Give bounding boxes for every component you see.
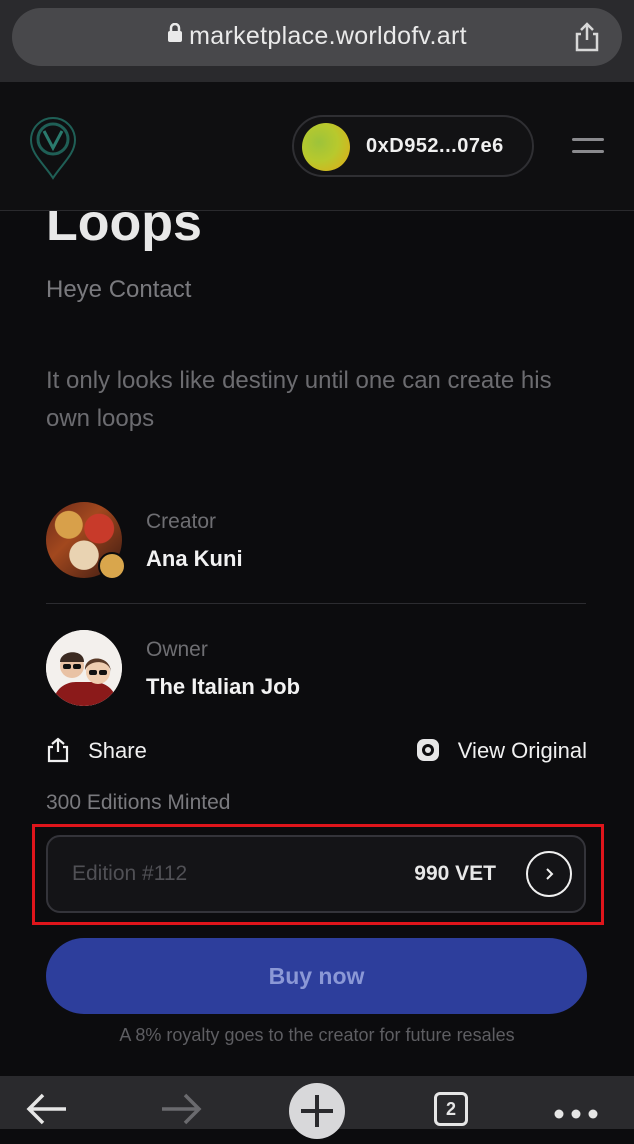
view-original-button[interactable]: View Original xyxy=(416,738,587,764)
creator-row[interactable]: Creator Ana Kuni xyxy=(46,502,586,582)
owner-avatar xyxy=(46,630,122,706)
browser-toolbar: 2 xyxy=(0,1076,634,1139)
wallet-avatar xyxy=(302,123,350,171)
tabs-count-button[interactable]: 2 xyxy=(434,1092,468,1126)
share-button[interactable]: Share xyxy=(46,737,147,764)
creator-name[interactable]: Ana Kuni xyxy=(146,546,243,572)
owner-label: Owner xyxy=(146,638,208,661)
artwork-description: It only looks like destiny until one can… xyxy=(46,367,552,432)
worldofv-logo-icon[interactable] xyxy=(28,116,78,185)
owner-row[interactable]: Owner The Italian Job xyxy=(46,630,586,710)
new-tab-button[interactable] xyxy=(289,1083,345,1139)
wallet-button[interactable]: 0xD952...07e6 xyxy=(292,115,534,177)
editions-minted-text: 300 Editions Minted xyxy=(46,791,231,814)
highlight-annotation xyxy=(32,824,604,925)
share-label: Share xyxy=(88,738,147,763)
plus-icon xyxy=(301,1095,333,1127)
share-icon[interactable] xyxy=(574,22,600,57)
more-options-icon[interactable] xyxy=(554,1106,598,1124)
royalty-note: A 8% royalty goes to the creator for fut… xyxy=(119,1025,515,1045)
browser-url-field[interactable]: marketplace.worldofv.art xyxy=(12,8,622,66)
artwork-collection: Heye Contact xyxy=(46,276,192,303)
browser-address-bar-area: marketplace.worldofv.art xyxy=(0,0,634,82)
view-original-label: View Original xyxy=(457,738,587,763)
buy-now-button[interactable]: Buy now xyxy=(46,938,587,1014)
site-header: 0xD952...07e6 xyxy=(0,82,634,211)
browser-url: marketplace.worldofv.art xyxy=(189,22,467,50)
verified-badge-icon xyxy=(98,552,126,580)
wallet-address: 0xD952...07e6 xyxy=(366,135,504,157)
divider xyxy=(46,603,586,604)
back-arrow-icon[interactable] xyxy=(26,1092,68,1131)
creator-label: Creator xyxy=(146,510,217,533)
hamburger-menu-icon[interactable] xyxy=(572,136,604,161)
lock-icon xyxy=(167,21,183,50)
view-original-icon xyxy=(416,738,458,763)
forward-arrow-icon[interactable] xyxy=(160,1092,202,1131)
share-icon xyxy=(46,737,88,763)
owner-name[interactable]: The Italian Job xyxy=(146,674,300,700)
